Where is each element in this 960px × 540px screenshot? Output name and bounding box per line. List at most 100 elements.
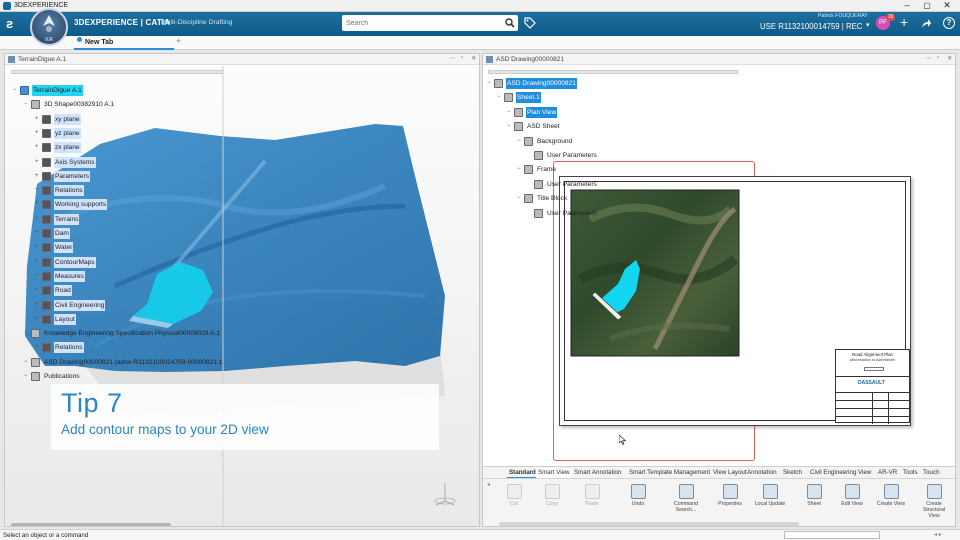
drawing-tree-node[interactable]: − Title Block	[517, 193, 568, 204]
expand-toggle-icon[interactable]: +	[35, 185, 42, 196]
expand-toggle-icon[interactable]: +	[35, 257, 42, 268]
expand-toggle-icon[interactable]: −	[24, 328, 31, 339]
expand-toggle-icon[interactable]: +	[35, 242, 42, 253]
tree-node[interactable]: + yz plane	[35, 127, 81, 139]
tab-new-tab[interactable]: New Tab	[74, 36, 174, 50]
add-icon[interactable]: +	[900, 14, 908, 30]
tree-node[interactable]: + Measures	[35, 270, 85, 282]
tree-node[interactable]: + Layout	[35, 313, 76, 325]
scroll-thumb[interactable]	[11, 523, 171, 527]
expand-toggle-icon[interactable]: −	[487, 78, 494, 89]
tree-node[interactable]: + Terrains	[35, 213, 80, 225]
tree-node[interactable]: + Relations	[35, 185, 84, 197]
panel-close-icon[interactable]: ✕	[947, 54, 952, 62]
tree-node[interactable]: + xy plane	[35, 113, 81, 125]
expand-toggle-icon[interactable]: +	[35, 300, 42, 311]
status-scroll-icon[interactable]: ◂ ▸	[934, 531, 942, 538]
ribbon-tool-button[interactable]: Edit View	[835, 484, 869, 507]
tree-node[interactable]: − Knowledge Engineering Specification Phy…	[24, 328, 221, 339]
search-icon[interactable]	[505, 18, 515, 28]
drawing-tree-node[interactable]: − ASD Sheet	[507, 121, 561, 132]
close-window-button[interactable]: ✕	[938, 0, 956, 11]
expand-toggle-icon[interactable]: +	[35, 128, 42, 139]
maximize-button[interactable]: ▢	[918, 0, 936, 11]
ribbon-tool-button[interactable]: Copy	[535, 484, 569, 507]
expand-toggle-icon[interactable]: −	[517, 136, 524, 147]
ribbon-tool-button[interactable]: Undo	[621, 484, 655, 507]
compass-widget[interactable]: V.R	[30, 8, 68, 46]
expand-toggle-icon[interactable]: −	[517, 164, 524, 175]
expand-toggle-icon[interactable]: +	[35, 199, 42, 210]
drawing-tree-node[interactable]: − Background	[517, 136, 573, 147]
expand-toggle-icon[interactable]: +	[35, 114, 42, 125]
tree-node[interactable]: + Relations	[35, 342, 84, 354]
tree-node[interactable]: − TerrainDigue A.1	[13, 85, 83, 96]
expand-toggle-icon[interactable]: −	[13, 85, 20, 96]
ribbon-tab[interactable]: Civil Engineering	[808, 468, 858, 478]
expand-toggle-icon[interactable]: +	[35, 214, 42, 225]
drawing-tree-node[interactable]: − Frame	[517, 164, 557, 175]
expand-toggle-icon[interactable]: −	[507, 121, 514, 132]
expand-toggle-icon[interactable]: −	[517, 193, 524, 204]
expand-toggle-icon[interactable]: +	[35, 314, 42, 325]
expand-toggle-icon[interactable]: −	[24, 357, 31, 368]
expand-toggle-icon[interactable]: −	[24, 371, 31, 382]
expand-toggle-icon[interactable]: +	[35, 142, 42, 153]
tree-scrollbar[interactable]	[488, 70, 738, 74]
ribbon-collapse-icon[interactable]: ◂	[487, 481, 490, 488]
ribbon-tab[interactable]: Annotation	[745, 468, 779, 478]
search-input[interactable]	[346, 17, 496, 29]
tree-node[interactable]: − ASD Drawing00000821 (adrw-R113210001475…	[24, 357, 223, 368]
tree-node[interactable]: + Civil Engineering	[35, 299, 106, 311]
tree-node[interactable]: + Axis Systems	[35, 156, 96, 168]
tree-node[interactable]: + zx plane	[35, 142, 81, 154]
expand-toggle-icon[interactable]: +	[35, 157, 42, 168]
ribbon-tab[interactable]: AR-VR	[876, 468, 899, 478]
drawing-tree-node[interactable]: User Parameters	[527, 179, 598, 190]
ribbon-tool-button[interactable]: Sheet	[797, 484, 831, 507]
ribbon-tab[interactable]: Smart Annotation	[572, 468, 623, 478]
expand-toggle-icon[interactable]: +	[35, 285, 42, 296]
ribbon-tab[interactable]: Standard	[507, 468, 538, 478]
expand-toggle-icon[interactable]: −	[497, 92, 504, 103]
drawing-tree-node[interactable]: − Plan View	[507, 106, 558, 118]
expand-toggle-icon[interactable]: +	[35, 171, 42, 182]
ds-logo-icon[interactable]: ƨ	[6, 16, 13, 31]
ribbon-tab[interactable]: Sketch	[781, 468, 804, 478]
tree-scrollbar[interactable]	[11, 70, 223, 74]
chevron-down-icon[interactable]: ▾	[866, 21, 870, 29]
ribbon-tool-button[interactable]: Command Search...	[669, 484, 703, 513]
search-box[interactable]	[342, 15, 518, 31]
drawing-tree-node[interactable]: User Parameters	[527, 208, 598, 219]
tree-node[interactable]: + Parameters	[35, 170, 91, 182]
command-input[interactable]	[784, 531, 880, 539]
ribbon-tab[interactable]: Smart Template Management	[627, 468, 712, 478]
ribbon-tab[interactable]: Tools	[901, 468, 919, 478]
tag-icon[interactable]	[524, 17, 536, 29]
panel-maximize-icon[interactable]: ▫	[461, 54, 463, 61]
panel-more-icon[interactable]: ⋯	[925, 54, 932, 62]
ribbon-tab[interactable]: View	[856, 468, 873, 478]
tree-node[interactable]: + Dam	[35, 228, 70, 239]
ribbon-tool-button[interactable]: Local Update	[753, 484, 787, 507]
tree-node[interactable]: + ContourMaps	[35, 256, 96, 268]
tree-node[interactable]: + Water	[35, 242, 74, 254]
drawing-tree-node[interactable]: User Parameters	[527, 150, 598, 161]
ribbon-tab[interactable]: Touch	[921, 468, 942, 478]
ribbon-tool-button[interactable]: Create View	[874, 484, 908, 507]
expand-toggle-icon[interactable]: −	[507, 107, 514, 118]
help-icon[interactable]: ?	[943, 17, 955, 29]
tree-node[interactable]: + Working supports	[35, 199, 108, 211]
share-icon[interactable]	[921, 18, 932, 29]
ribbon-tab[interactable]: View Layout	[711, 468, 749, 478]
add-tab-button[interactable]: +	[176, 36, 181, 46]
minimize-button[interactable]: –	[898, 0, 916, 11]
tree-node[interactable]: + Road	[35, 285, 72, 297]
tree-node[interactable]: − Publications	[24, 371, 81, 382]
tree-node[interactable]: − 3D Shape00382910 A.1	[24, 99, 115, 110]
collab-context[interactable]: USE R1132100014759 | REC	[760, 22, 862, 31]
expand-toggle-icon[interactable]: +	[35, 342, 42, 353]
drawing-tree-node[interactable]: − ASD Drawing00000821	[487, 78, 577, 89]
panel-more-icon[interactable]: ⋯	[449, 54, 456, 62]
ribbon-tool-button[interactable]: Properties	[713, 484, 747, 507]
